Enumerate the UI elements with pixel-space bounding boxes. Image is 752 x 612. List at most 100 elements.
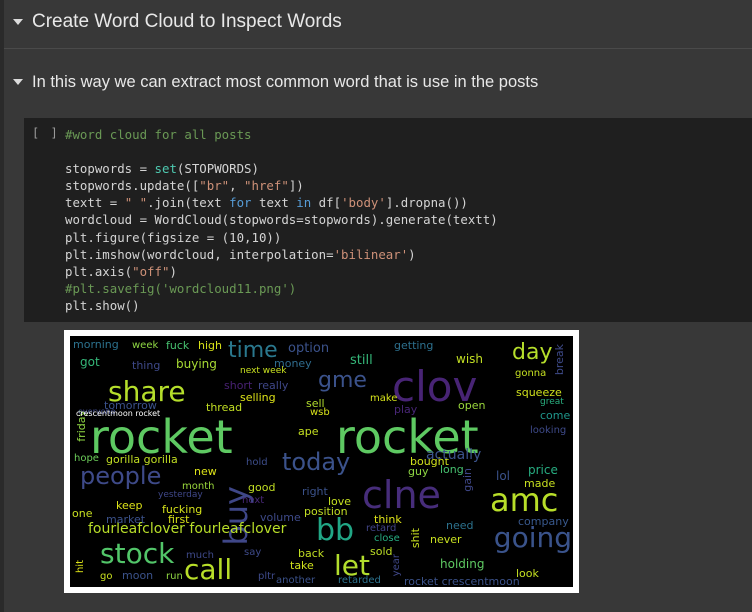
code-token: plt.imshow(wordcloud, interpolation= (65, 246, 334, 262)
word-cloud-word: lol (496, 469, 511, 483)
word-cloud-word: crescentmoon rocket (76, 409, 161, 418)
word-cloud-word: back (298, 547, 325, 560)
word-cloud-word: getting (394, 339, 434, 352)
caret-down-icon[interactable] (6, 10, 30, 34)
word-cloud-word: hope (74, 453, 99, 464)
code-line: stopwords = set(STOPWORDS) (65, 160, 498, 177)
code-token: for (229, 195, 252, 211)
word-cloud-word: wsb (310, 407, 330, 418)
word-cloud-word: year (391, 554, 402, 577)
code-token: " " (124, 195, 148, 211)
code-token: plt.show() (65, 297, 140, 313)
word-cloud-word: one (72, 507, 93, 520)
code-token: plt.figure(figsize = (10,10)) (65, 229, 282, 245)
word-cloud-word: keep (116, 499, 143, 512)
code-token: "br" (199, 178, 230, 194)
word-cloud-word: first (168, 513, 190, 526)
code-line: plt.axis("off") (65, 263, 498, 280)
code-editor[interactable]: #word cloud for all posts stopwords = set… (65, 126, 498, 314)
word-cloud-word: run (166, 571, 183, 582)
word-cloud-word: volume (260, 511, 301, 524)
word-cloud-word: shit (409, 528, 422, 549)
code-token: stopwords = (65, 161, 155, 177)
code-line: #plt.savefig('wordcloud11.png') (65, 280, 498, 297)
word-cloud-word: clne (362, 473, 441, 517)
word-cloud-word: go (100, 571, 113, 582)
word-cloud-word: thread (206, 401, 243, 414)
code-token: , (229, 178, 245, 194)
code-token: (STOPWORDS) (176, 161, 259, 177)
word-cloud-word: made (524, 477, 556, 490)
word-cloud-word: break (553, 344, 566, 376)
word-cloud-word: fuck (166, 339, 190, 352)
code-token: .join(text (147, 195, 230, 211)
code-token: 'bilinear' (333, 246, 409, 262)
word-cloud-word: day (512, 340, 553, 365)
code-token: ) (408, 246, 416, 262)
code-token: wordcloud = WordCloud(stopwords=stopword… (65, 212, 498, 228)
word-cloud-word: thing (132, 359, 161, 372)
word-cloud-word: gonna (515, 368, 547, 379)
code-line: plt.figure(figsize = (10,10)) (65, 229, 498, 246)
word-cloud-word: next week (240, 366, 287, 376)
word-cloud-word: week (132, 340, 159, 351)
cell-output: rocket rocket clov clne amc share stock call goi… (64, 330, 579, 593)
word-cloud-word: actually (426, 447, 482, 463)
word-cloud-word: really (258, 379, 289, 392)
code-token: in (296, 195, 312, 211)
word-cloud-word: company (518, 515, 569, 528)
code-token: stopwords.update([ (65, 178, 200, 194)
word-cloud-word: moon (122, 569, 154, 582)
word-cloud-word: ape (298, 425, 319, 438)
word-cloud-word: pltr (258, 571, 276, 582)
word-cloud-word: new (194, 465, 217, 478)
word-cloud-word: good (248, 481, 276, 494)
divider (4, 48, 752, 49)
word-cloud-word: say (244, 547, 262, 558)
word-cloud-word: guy (408, 465, 429, 478)
code-token: "off" (132, 263, 170, 279)
code-line: plt.imshow(wordcloud, interpolation='bil… (65, 246, 498, 263)
word-cloud-word: yesterday (158, 490, 203, 500)
code-token: textt = (65, 195, 125, 211)
section-title: In this way we can extract most common w… (32, 72, 539, 91)
word-cloud-word: looking (530, 425, 567, 436)
word-cloud-word: today (282, 448, 351, 476)
code-token: text (251, 195, 297, 211)
run-indicator[interactable]: [ ] (32, 126, 60, 140)
word-cloud-word: option (288, 341, 330, 356)
section-heading-word-cloud[interactable]: Create Word Cloud to Inspect Words (4, 8, 752, 36)
code-token: ) (169, 263, 177, 279)
section-heading-common-words[interactable]: In this way we can extract most common w… (4, 68, 752, 96)
code-line: stopwords.update(["br", "href"]) (65, 177, 498, 194)
word-cloud-word: open (458, 399, 486, 412)
word-cloud-word: great (540, 397, 564, 407)
word-cloud-word: gme (318, 368, 367, 393)
code-token: ].dropna()) (385, 195, 468, 211)
word-cloud-image: rocket rocket clov clne amc share stock call goi… (70, 336, 573, 587)
word-cloud-word: much (186, 550, 214, 561)
code-line: wordcloud = WordCloud(stopwords=stopword… (65, 211, 498, 228)
code-line: textt = " ".join(text for text in df['bo… (65, 194, 498, 211)
word-cloud-word: next (242, 495, 265, 506)
code-token: #plt.savefig('wordcloud11.png') (65, 280, 297, 296)
word-cloud-word: morning (73, 338, 119, 351)
code-cell[interactable]: [ ] #word cloud for all posts stopwords =… (24, 118, 752, 322)
word-cloud-word: rocket crescentmoon (404, 575, 520, 587)
code-line: plt.show() (65, 297, 498, 314)
word-cloud-word: another (276, 575, 316, 586)
word-cloud-word: position (304, 505, 348, 518)
word-cloud-word: bb (316, 513, 355, 548)
word-cloud-word: wish (456, 352, 484, 366)
caret-down-icon[interactable] (6, 70, 30, 94)
word-cloud-word: close (374, 533, 400, 544)
word-cloud-word: time (228, 338, 278, 363)
word-cloud-word: gain (461, 468, 474, 492)
word-cloud-word: stock (100, 537, 175, 570)
word-cloud-word: short (224, 379, 253, 392)
word-cloud-word: right (302, 485, 328, 498)
word-cloud-word: play (394, 403, 418, 416)
word-cloud-word: hold (246, 457, 268, 468)
word-cloud-word: sold (370, 545, 393, 558)
